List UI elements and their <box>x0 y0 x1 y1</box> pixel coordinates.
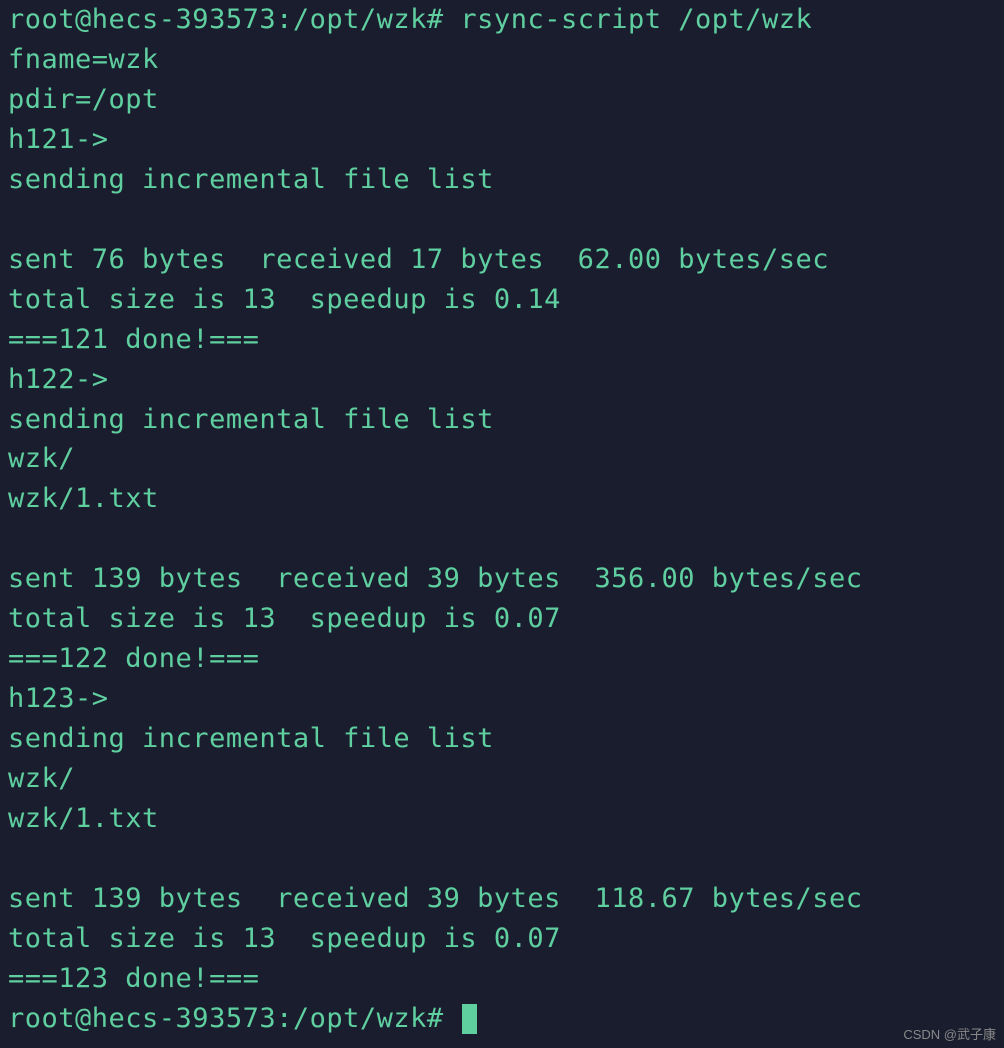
terminal-output-line: total size is 13 speedup is 0.14 <box>8 280 996 320</box>
terminal-prompt-line[interactable]: root@hecs-393573:/opt/wzk# <box>8 999 996 1039</box>
terminal-output-line: h121-> <box>8 120 996 160</box>
prompt-path: :/opt/wzk# <box>276 4 444 35</box>
terminal-output-line: h123-> <box>8 679 996 719</box>
terminal-output-line: total size is 13 speedup is 0.07 <box>8 919 996 959</box>
terminal-output-line: pdir=/opt <box>8 80 996 120</box>
terminal-output-line: sent 139 bytes received 39 bytes 356.00 … <box>8 559 996 599</box>
terminal-output-line: fname=wzk <box>8 40 996 80</box>
cursor-icon <box>462 1004 477 1034</box>
terminal-output-line <box>8 200 996 240</box>
terminal-output-line: ===121 done!=== <box>8 320 996 360</box>
terminal-output-line <box>8 839 996 879</box>
terminal-output-line: h122-> <box>8 360 996 400</box>
terminal-output-line: sent 76 bytes received 17 bytes 62.00 by… <box>8 240 996 280</box>
terminal-output-line: wzk/1.txt <box>8 799 996 839</box>
terminal-output-line: sent 139 bytes received 39 bytes 118.67 … <box>8 879 996 919</box>
terminal-output-line: wzk/ <box>8 439 996 479</box>
terminal-output-line: ===123 done!=== <box>8 959 996 999</box>
terminal-output-line: sending incremental file list <box>8 160 996 200</box>
command-text: rsync-script /opt/wzk <box>460 4 812 35</box>
terminal-output-line: sending incremental file list <box>8 719 996 759</box>
prompt-user-host: root@hecs-393573 <box>8 4 276 35</box>
terminal-output-line: total size is 13 speedup is 0.07 <box>8 599 996 639</box>
terminal-output-line: wzk/1.txt <box>8 479 996 519</box>
terminal-output-line <box>8 519 996 559</box>
terminal-output-line: sending incremental file list <box>8 400 996 440</box>
terminal-output-line: wzk/ <box>8 759 996 799</box>
prompt-user-host: root@hecs-393573 <box>8 1003 276 1034</box>
terminal-prompt-line: root@hecs-393573:/opt/wzk# rsync-script … <box>8 0 996 40</box>
terminal-output-line: ===122 done!=== <box>8 639 996 679</box>
prompt-path: :/opt/wzk# <box>276 1003 444 1034</box>
watermark-text: CSDN @武子康 <box>903 1025 996 1044</box>
